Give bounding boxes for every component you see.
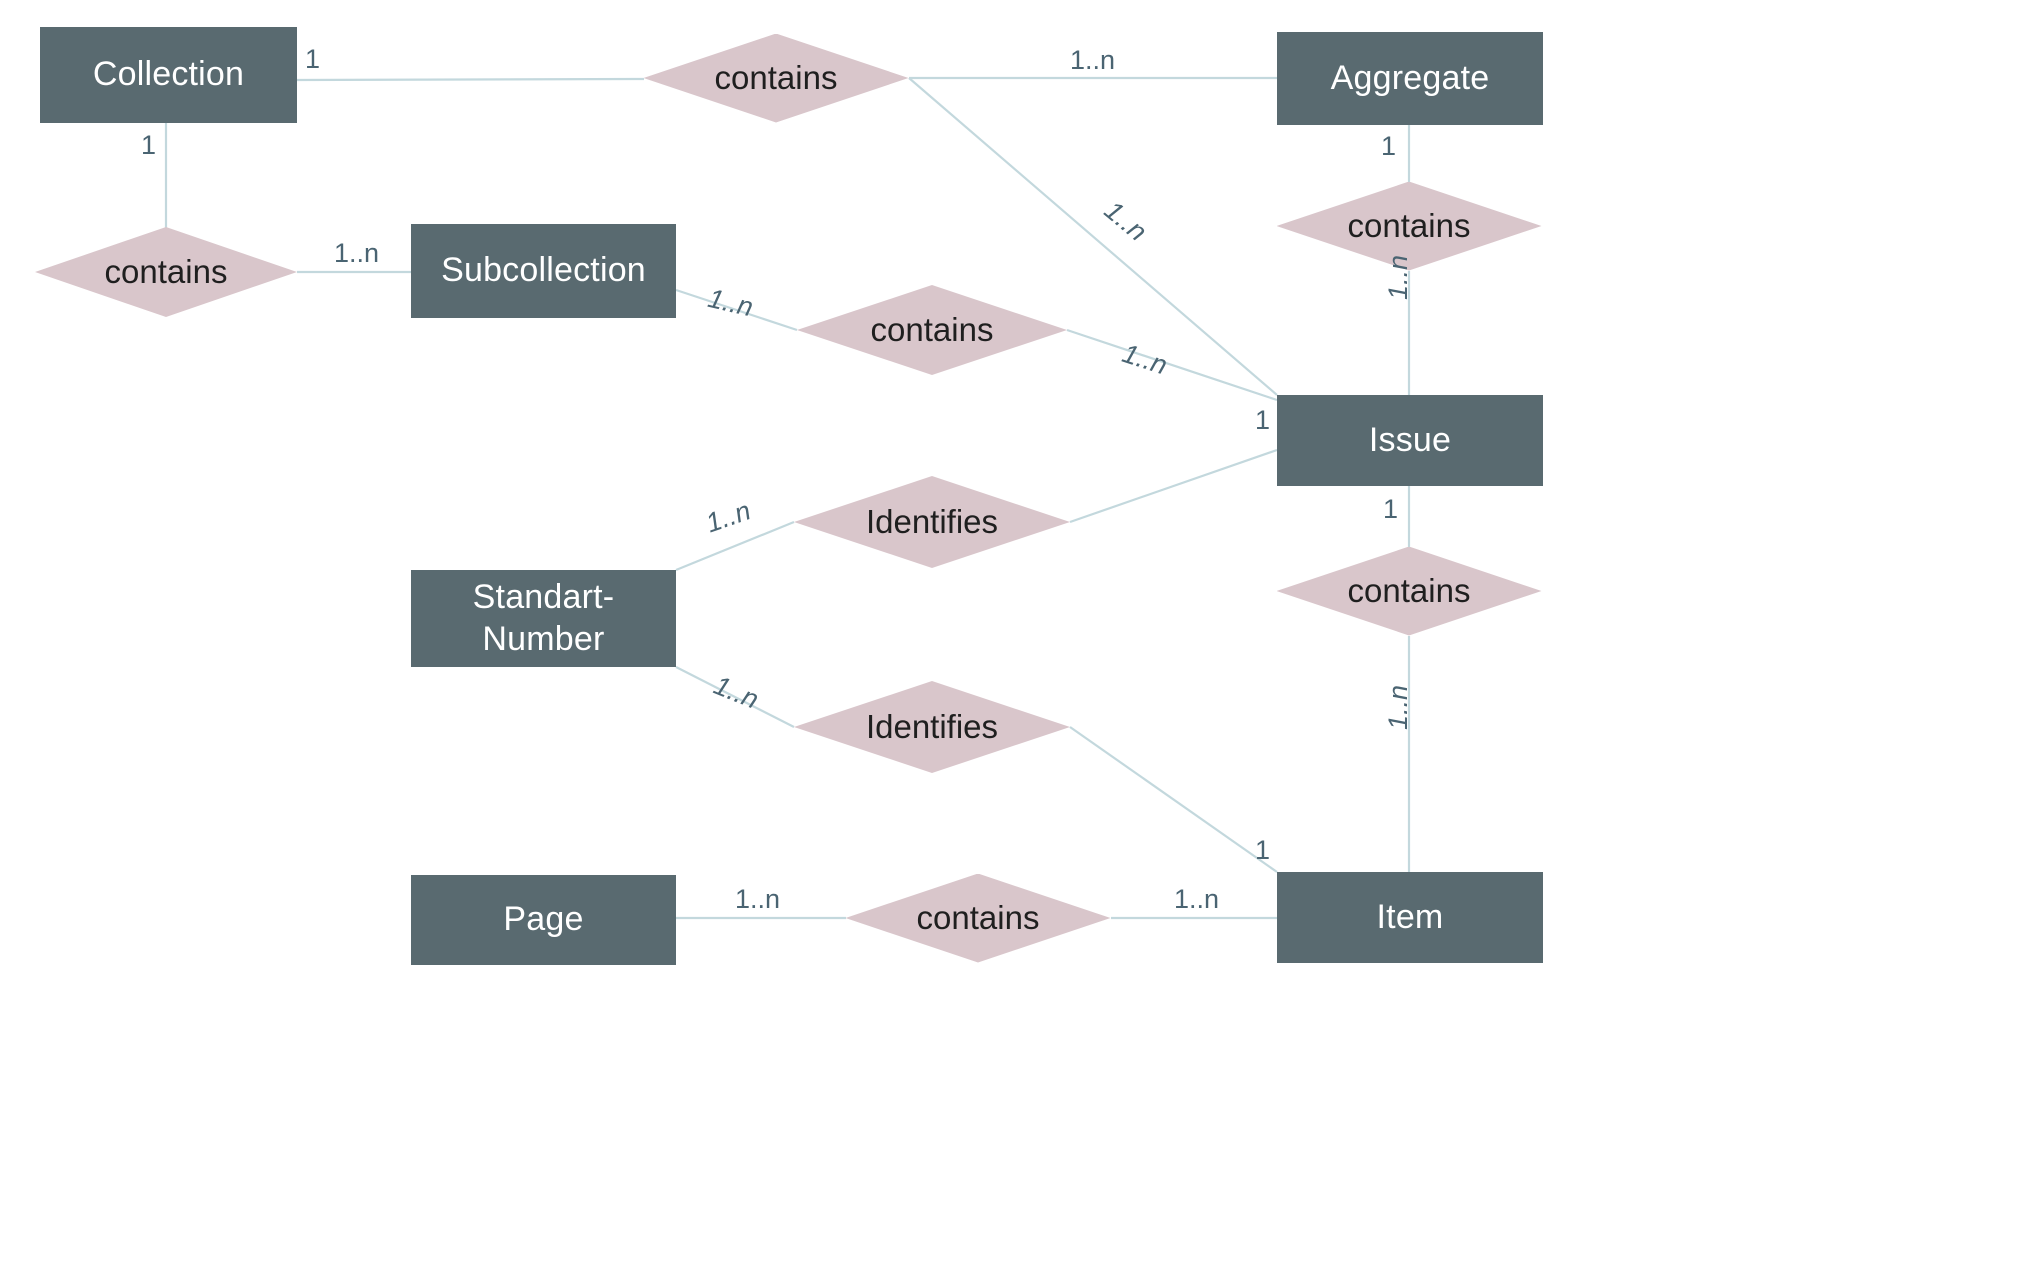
cardinality-contains-issue-vert: 1..n	[1383, 254, 1413, 300]
relationship-label: contains	[1347, 207, 1471, 244]
entity-subcollection[interactable]: Subcollection	[411, 224, 676, 318]
entity-aggregate[interactable]: Aggregate	[1277, 32, 1543, 125]
connector-identifies-2-to-item	[1069, 726, 1278, 873]
connector-contains-to-issue-diag	[1066, 328, 1278, 402]
relationship-collection-subcollection[interactable]: contains	[35, 227, 297, 317]
relationship-page-item[interactable]: contains	[845, 873, 1111, 963]
relationship-issue-item[interactable]: contains	[1276, 546, 1542, 636]
cardinality-page-contains: 1..n	[735, 884, 781, 914]
cardinality-collection-contains-top: 1	[305, 44, 321, 74]
cardinality-contains-issue-diag: 1..n	[1118, 338, 1171, 381]
relationship-label: contains	[104, 253, 228, 290]
connector-collection-to-contains-top	[296, 77, 645, 82]
relationship-label: contains	[714, 59, 838, 96]
relationship-label: contains	[1347, 572, 1471, 609]
entity-label: Aggregate	[1330, 58, 1490, 97]
entity-label: Collection	[92, 55, 245, 94]
relationship-stdnum-item[interactable]: Identifies	[794, 681, 1070, 773]
entity-item[interactable]: Item	[1277, 872, 1543, 963]
entity-label: Item	[1376, 897, 1444, 936]
relationship-subcollection-issue[interactable]: contains	[797, 285, 1067, 375]
cardinality-subcollection-contains: 1..n	[705, 283, 756, 323]
cardinality-collection-contains-left: 1	[141, 130, 157, 160]
cardinality-stdnum-identifies-2: 1..n	[709, 670, 763, 715]
cardinality-issue-contains-down: 1	[1383, 494, 1399, 524]
cardinality-contains-item-horiz: 1..n	[1174, 884, 1220, 914]
er-diagram-canvas: contains contains contains contains Identifi…	[0, 0, 2034, 1284]
entity-label: Issue	[1368, 420, 1452, 459]
entity-collection[interactable]: Collection	[40, 27, 297, 123]
cardinality-contains-top-issue-diag: 1..n	[1098, 195, 1153, 247]
connector-identifies-1-to-issue	[1069, 448, 1278, 524]
cardinality-aggregate-contains: 1	[1381, 131, 1397, 161]
cardinality-contains-item-vert: 1..n	[1383, 684, 1413, 730]
cardinality-contains-top-aggregate: 1..n	[1070, 45, 1116, 75]
relationship-label: Identifies	[865, 708, 999, 745]
cardinality-issue-from-left: 1	[1255, 405, 1271, 435]
relationship-label: contains	[870, 311, 994, 348]
relationship-collection-aggregate[interactable]: contains	[643, 33, 909, 123]
connector-lines-layer	[164, 76, 1411, 920]
cardinality-item-from-left: 1	[1255, 835, 1271, 865]
relationship-stdnum-issue[interactable]: Identifies	[794, 476, 1070, 568]
relationship-label: Identifies	[865, 503, 999, 540]
relationship-label: contains	[916, 899, 1040, 936]
entity-standart-number[interactable]: Standart- Number	[411, 570, 676, 667]
entity-issue[interactable]: Issue	[1277, 395, 1543, 486]
entity-label: Standart- Number	[472, 578, 615, 658]
entity-page[interactable]: Page	[411, 875, 676, 965]
entity-label: Page	[503, 900, 584, 939]
cardinality-contains-subcollection: 1..n	[334, 238, 380, 268]
cardinality-stdnum-identifies-1: 1..n	[702, 495, 755, 539]
entity-label: Subcollection	[441, 251, 646, 290]
